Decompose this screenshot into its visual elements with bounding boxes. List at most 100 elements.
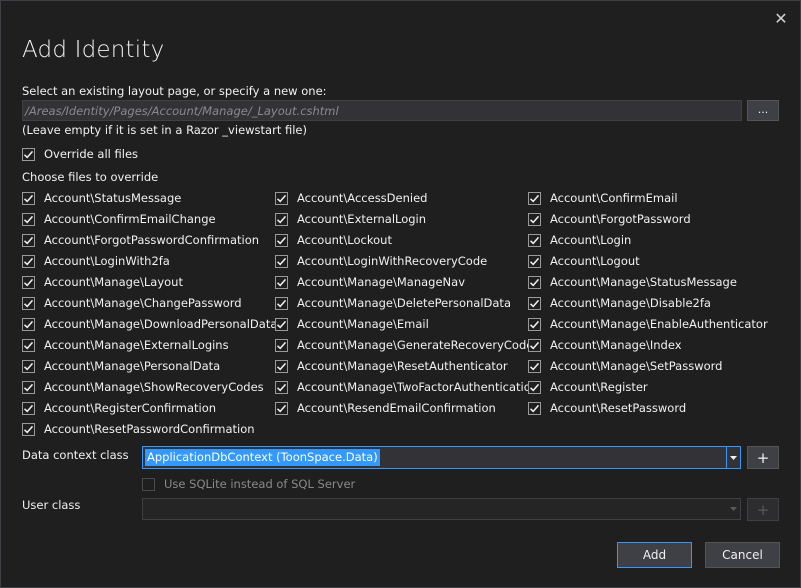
checkmark-icon xyxy=(528,338,541,352)
file-checkbox-label: Account\Manage\PersonalData xyxy=(44,359,221,373)
data-context-combobox[interactable]: ApplicationDbContext (ToonSpace.Data) xyxy=(142,446,741,469)
checkmark-icon xyxy=(22,380,35,394)
file-checkbox[interactable]: Account\ConfirmEmail xyxy=(528,190,678,206)
checkmark-icon xyxy=(528,275,541,289)
checkmark-icon xyxy=(275,191,288,205)
file-checkbox-label: Account\Manage\ShowRecoveryCodes xyxy=(44,380,264,394)
sqlite-checkbox[interactable]: Use SQLite instead of SQL Server xyxy=(142,476,355,492)
override-all-checkbox[interactable]: Override all files xyxy=(22,146,138,162)
file-checkbox-label: Account\Lockout xyxy=(297,233,392,247)
file-checkbox-label: Account\ResetPasswordConfirmation xyxy=(44,422,255,436)
file-checkbox[interactable]: Account\Manage\GenerateRecoveryCodes xyxy=(275,337,539,353)
file-checkbox[interactable]: Account\ExternalLogin xyxy=(275,211,426,227)
file-checkbox-label: Account\Logout xyxy=(550,254,640,268)
checkmark-icon xyxy=(528,359,541,373)
user-class-combobox[interactable] xyxy=(142,498,741,520)
close-icon[interactable]: ✕ xyxy=(771,9,791,29)
checkmark-icon xyxy=(528,212,541,226)
checkmark-icon xyxy=(22,191,35,205)
file-checkbox[interactable]: Account\ForgotPasswordConfirmation xyxy=(22,232,259,248)
checkmark-icon xyxy=(22,359,35,373)
file-checkbox[interactable]: Account\ResetPassword xyxy=(528,400,686,416)
file-checkbox[interactable]: Account\Manage\ManageNav xyxy=(275,274,465,290)
add-data-context-button[interactable]: + xyxy=(747,446,779,469)
checkmark-icon xyxy=(22,317,35,331)
file-checkbox-label: Account\Manage\ResetAuthenticator xyxy=(297,359,508,373)
file-checkbox[interactable]: Account\ConfirmEmailChange xyxy=(22,211,216,227)
checkmark-icon xyxy=(528,317,541,331)
file-checkbox-label: Account\ConfirmEmail xyxy=(550,191,678,205)
file-checkbox[interactable]: Account\Manage\Layout xyxy=(22,274,183,290)
checkmark-icon xyxy=(528,380,541,394)
checkmark-icon xyxy=(528,254,541,268)
file-checkbox[interactable]: Account\RegisterConfirmation xyxy=(22,400,216,416)
file-checkbox[interactable]: Account\ResetPasswordConfirmation xyxy=(22,421,255,437)
file-checkbox[interactable]: Account\Manage\ShowRecoveryCodes xyxy=(22,379,264,395)
file-checkbox[interactable]: Account\Manage\EnableAuthenticator xyxy=(528,316,768,332)
file-checkbox[interactable]: Account\Login xyxy=(528,232,631,248)
files-header: Choose files to override xyxy=(22,170,159,184)
checkmark-icon xyxy=(22,275,35,289)
file-checkbox-label: Account\Manage\DeletePersonalData xyxy=(297,296,511,310)
file-checkbox-label: Account\ForgotPassword xyxy=(550,212,691,226)
checkmark-icon xyxy=(275,212,288,226)
checkmark-icon xyxy=(22,212,35,226)
file-checkbox-label: Account\Manage\Email xyxy=(297,317,429,331)
checkmark-icon xyxy=(275,338,288,352)
file-checkbox[interactable]: Account\Manage\ExternalLogins xyxy=(22,337,229,353)
layout-page-input[interactable]: /Areas/Identity/Pages/Account/Manage/_La… xyxy=(22,100,742,121)
checkmark-icon xyxy=(528,233,541,247)
file-checkbox[interactable]: Account\Manage\Index xyxy=(528,337,682,353)
file-checkbox[interactable]: Account\Manage\Disable2fa xyxy=(528,295,711,311)
file-checkbox[interactable]: Account\Logout xyxy=(528,253,640,269)
file-checkbox[interactable]: Account\LoginWith2fa xyxy=(22,253,170,269)
checkmark-icon xyxy=(275,254,288,268)
file-checkbox-label: Account\Manage\Index xyxy=(550,338,682,352)
file-checkbox[interactable]: Account\Lockout xyxy=(275,232,392,248)
cancel-button[interactable]: Cancel xyxy=(705,542,780,568)
file-checkbox[interactable]: Account\LoginWithRecoveryCode xyxy=(275,253,487,269)
checkmark-icon xyxy=(22,422,35,436)
layout-label: Select an existing layout page, or speci… xyxy=(22,84,327,98)
file-checkbox-label: Account\Manage\SetPassword xyxy=(550,359,723,373)
file-checkbox[interactable]: Account\ForgotPassword xyxy=(528,211,691,227)
file-checkbox[interactable]: Account\Manage\Email xyxy=(275,316,429,332)
file-checkbox[interactable]: Account\Manage\StatusMessage xyxy=(528,274,737,290)
file-checkbox-label: Account\ForgotPasswordConfirmation xyxy=(44,233,260,247)
file-checkbox-label: Account\LoginWith2fa xyxy=(44,254,170,268)
checkmark-icon xyxy=(22,296,35,310)
browse-button[interactable]: ... xyxy=(747,100,779,121)
file-checkbox[interactable]: Account\Manage\ChangePassword xyxy=(22,295,242,311)
file-checkbox[interactable]: Account\Manage\TwoFactorAuthentication xyxy=(275,379,538,395)
checkmark-icon xyxy=(22,233,35,247)
data-context-value: ApplicationDbContext (ToonSpace.Data) xyxy=(145,449,380,466)
file-checkbox-label: Account\ExternalLogin xyxy=(297,212,427,226)
file-checkbox[interactable]: Account\StatusMessage xyxy=(22,190,181,206)
file-checkbox[interactable]: Account\AccessDenied xyxy=(275,190,427,206)
file-checkbox[interactable]: Account\Manage\DownloadPersonalData xyxy=(22,316,277,332)
file-checkbox-label: Account\ResetPassword xyxy=(550,401,687,415)
file-checkbox[interactable]: Account\Manage\ResetAuthenticator xyxy=(275,358,508,374)
chevron-down-icon[interactable] xyxy=(727,499,740,519)
override-all-label: Override all files xyxy=(44,147,139,161)
dialog-title: Add Identity xyxy=(22,37,165,63)
checkmark-icon xyxy=(275,359,288,373)
file-checkbox-label: Account\RegisterConfirmation xyxy=(44,401,217,415)
file-checkbox[interactable]: Account\ResendEmailConfirmation xyxy=(275,400,496,416)
add-user-class-button[interactable]: + xyxy=(747,498,779,521)
checkmark-icon xyxy=(528,401,541,415)
data-context-label: Data context class xyxy=(22,448,129,462)
file-checkbox[interactable]: Account\Manage\SetPassword xyxy=(528,358,722,374)
chevron-down-icon[interactable] xyxy=(726,447,740,468)
file-checkbox-label: Account\Register xyxy=(550,380,648,394)
checkmark-icon xyxy=(275,401,288,415)
file-checkbox-label: Account\Manage\GenerateRecoveryCodes xyxy=(297,338,540,352)
file-checkbox-label: Account\Manage\DownloadPersonalData xyxy=(44,317,278,331)
file-checkbox[interactable]: Account\Manage\DeletePersonalData xyxy=(275,295,511,311)
file-checkbox[interactable]: Account\Register xyxy=(528,379,648,395)
file-checkbox[interactable]: Account\Manage\PersonalData xyxy=(22,358,220,374)
file-checkbox-label: Account\ResendEmailConfirmation xyxy=(297,401,496,415)
add-button[interactable]: Add xyxy=(617,542,692,568)
checkmark-icon xyxy=(22,338,35,352)
checkmark-icon xyxy=(275,317,288,331)
